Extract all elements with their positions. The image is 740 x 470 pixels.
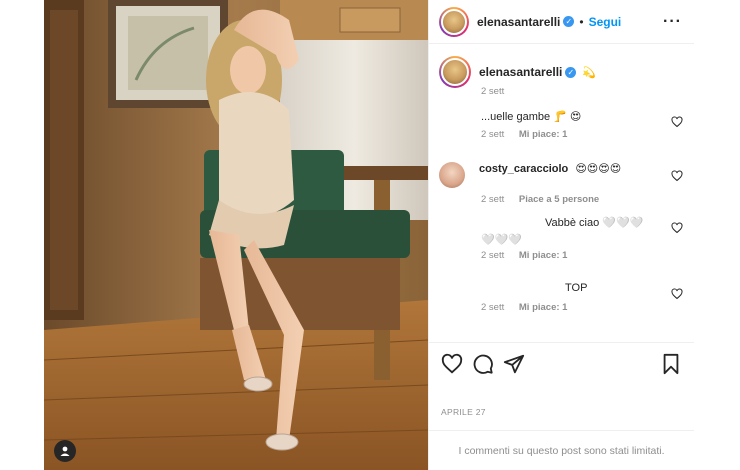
comment-username[interactable]: costy_caracciolo [479, 163, 568, 175]
post-caption: elenasantarelli ✓ 💫 2 sett [439, 56, 679, 97]
comment-meta: 2 sett Mi piace: 1 [481, 250, 685, 261]
caption-meta: 2 sett [481, 86, 679, 97]
verified-badge-icon: ✓ [565, 66, 577, 78]
instagram-post-modal: elenasantarelli ✓ • Segui ··· elenasanta… [44, 0, 694, 470]
comment-time: 2 sett [481, 250, 505, 261]
save-bookmark-icon[interactable] [660, 353, 682, 375]
comment-text: ...uelle gambe 🦵 😍 [481, 111, 582, 123]
comment-time: 2 sett [481, 194, 505, 205]
commenter-avatar[interactable] [439, 162, 465, 188]
comment-meta: 2 sett Piace a 5 persone [481, 194, 685, 205]
separator-dot: • [579, 14, 584, 29]
post-photo[interactable] [44, 0, 428, 470]
comment-meta: 2 sett Mi piace: 1 [481, 302, 685, 313]
comment-likes[interactable]: Mi piace: 1 [519, 250, 568, 261]
author-username[interactable]: elenasantarelli [477, 15, 560, 29]
comment-item: TOP 2 sett Mi piace: 1 [439, 282, 685, 313]
more-options-icon[interactable]: ··· [663, 13, 682, 31]
like-comment-icon[interactable] [671, 170, 683, 182]
caption-emoji: 💫 [582, 66, 597, 79]
user-icon [60, 446, 70, 456]
verified-badge-icon: ✓ [563, 16, 575, 27]
post-actions-bar: APRILE 27 [429, 342, 694, 417]
post-date[interactable]: APRILE 27 [441, 407, 486, 417]
caption-username[interactable]: elenasantarelli [479, 65, 562, 79]
comments-list: elenasantarelli ✓ 💫 2 sett ...uelle gamb… [429, 44, 694, 342]
comment-item: Vabbè ciao 🤍🤍🤍 🤍🤍🤍 2 sett Mi piace: 1 [439, 216, 685, 261]
comment-text: TOP [565, 282, 588, 294]
comment-meta: 2 sett Mi piace: 1 [481, 129, 685, 140]
like-comment-icon[interactable] [671, 116, 683, 128]
like-comment-icon[interactable] [671, 288, 683, 300]
comment-item: ...uelle gambe 🦵 😍 2 sett Mi piace: 1 [439, 110, 685, 140]
comments-limited-notice: I commenti su questo post sono stati lim… [429, 430, 694, 470]
caption-time: 2 sett [481, 86, 505, 97]
like-heart-icon[interactable] [441, 353, 463, 375]
comment-text: Vabbè ciao 🤍🤍🤍 [545, 217, 644, 229]
tagged-users-button[interactable] [54, 440, 76, 462]
comment-time: 2 sett [481, 302, 505, 313]
comment-text: 😍😍😍😍 [575, 163, 622, 175]
follow-button[interactable]: Segui [589, 15, 622, 29]
author-avatar[interactable] [439, 6, 469, 37]
caption-author-avatar[interactable] [439, 56, 471, 88]
post-photo-illustration [44, 0, 428, 470]
comment-text-continued: 🤍🤍🤍 [481, 234, 523, 246]
share-send-icon[interactable] [503, 353, 525, 375]
comment-item: costy_caracciolo 😍😍😍😍 2 sett Piace a 5 p… [439, 162, 685, 205]
comment-bubble-icon[interactable] [472, 353, 494, 375]
comment-likes[interactable]: Mi piace: 1 [519, 302, 568, 313]
like-comment-icon[interactable] [671, 222, 683, 234]
post-header: elenasantarelli ✓ • Segui ··· [429, 0, 694, 44]
post-side-panel: elenasantarelli ✓ • Segui ··· elenasanta… [428, 0, 694, 470]
comment-likes[interactable]: Mi piace: 1 [519, 129, 568, 140]
comment-time: 2 sett [481, 129, 505, 140]
comment-likes[interactable]: Piace a 5 persone [519, 194, 599, 205]
